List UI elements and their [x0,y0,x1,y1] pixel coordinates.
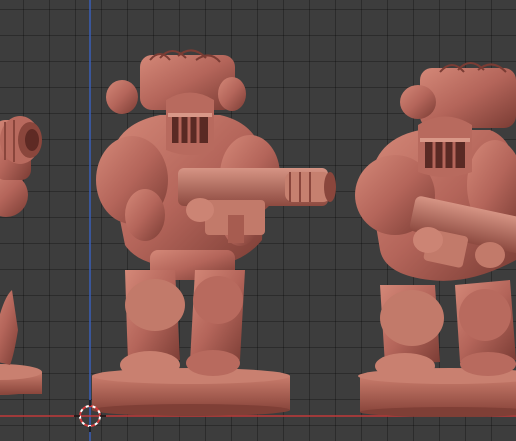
miniature-right[interactable] [355,62,516,417]
miniature-left-partial[interactable] [0,116,42,395]
viewport-scene[interactable] [0,0,516,441]
3d-viewport[interactable] [0,0,516,441]
miniature-center[interactable] [92,49,336,416]
